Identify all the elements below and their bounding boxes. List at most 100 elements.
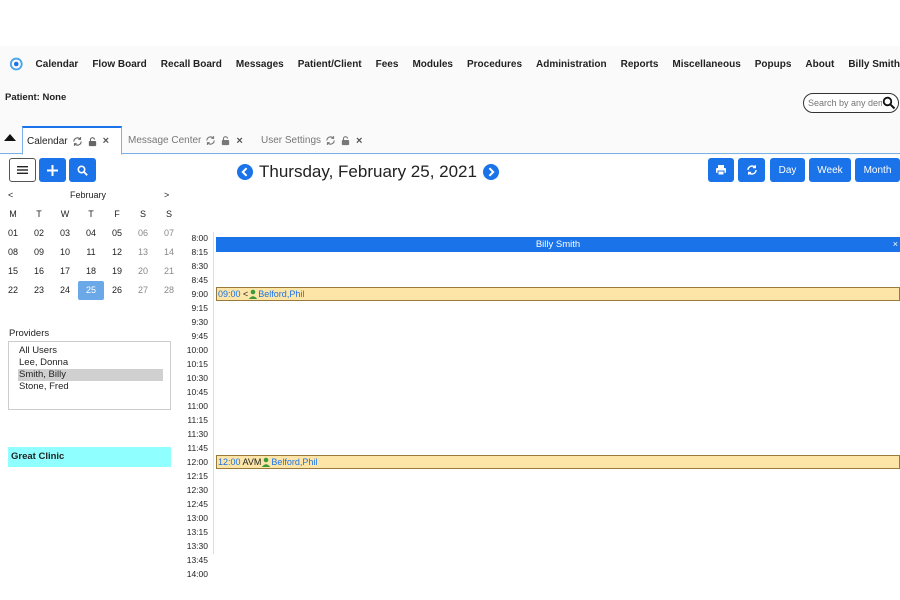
time-slot-label[interactable]: 9:00: [182, 289, 212, 303]
calendar-day[interactable]: 12: [104, 243, 130, 262]
appointment-patient-link[interactable]: Belford,Phil: [258, 289, 304, 299]
calendar-day[interactable]: 27: [130, 281, 156, 300]
nav-recall-board[interactable]: Recall Board: [161, 59, 222, 70]
facility-label[interactable]: Great Clinic: [8, 447, 171, 467]
nav-modules[interactable]: Modules: [412, 59, 453, 70]
calendar-day[interactable]: 13: [130, 243, 156, 262]
nav-reports[interactable]: Reports: [621, 59, 659, 70]
time-slot-label[interactable]: 13:15: [182, 527, 212, 541]
time-slot-label[interactable]: 8:15: [182, 247, 212, 261]
patient-search-input[interactable]: [804, 98, 882, 108]
time-slot-label[interactable]: 9:15: [182, 303, 212, 317]
refresh-icon[interactable]: [205, 135, 216, 146]
close-icon[interactable]: ×: [236, 135, 242, 147]
close-icon[interactable]: ×: [893, 237, 898, 252]
calendar-day[interactable]: 04: [78, 224, 104, 243]
previous-month-button[interactable]: <: [8, 190, 13, 200]
calendar-day[interactable]: 23: [26, 281, 52, 300]
time-slot-label[interactable]: 13:45: [182, 555, 212, 569]
lock-icon[interactable]: [340, 135, 351, 146]
appointment[interactable]: 12:00 AVM Belford,Phil: [216, 455, 900, 469]
time-slot-label[interactable]: 13:30: [182, 541, 212, 555]
lock-icon[interactable]: [220, 135, 231, 146]
calendar-day[interactable]: 08: [0, 243, 26, 262]
nav-patient-client[interactable]: Patient/Client: [298, 59, 362, 70]
provider-option[interactable]: Smith, Billy: [18, 369, 163, 381]
tab-user-settings[interactable]: User Settings ×: [257, 126, 372, 155]
time-slot-label[interactable]: 10:15: [182, 359, 212, 373]
time-slot-label[interactable]: 9:30: [182, 317, 212, 331]
week-view-button[interactable]: Week: [809, 158, 851, 182]
next-month-button[interactable]: >: [164, 190, 169, 200]
collapse-arrow-icon[interactable]: [4, 134, 16, 141]
time-slot-label[interactable]: 11:00: [182, 401, 212, 415]
appointment-patient-link[interactable]: Belford,Phil: [271, 457, 317, 467]
nav-administration[interactable]: Administration: [536, 59, 607, 70]
nav-popups[interactable]: Popups: [755, 59, 792, 70]
nav-procedures[interactable]: Procedures: [467, 59, 522, 70]
search-appointments-button[interactable]: [69, 158, 96, 182]
close-icon[interactable]: ×: [103, 135, 109, 147]
appointment-time[interactable]: 12:00: [218, 457, 243, 467]
nav-user-menu[interactable]: Billy Smith: [848, 59, 900, 70]
calendar-day[interactable]: 14: [156, 243, 182, 262]
time-slot-label[interactable]: 10:30: [182, 373, 212, 387]
previous-day-icon[interactable]: [237, 164, 253, 180]
calendar-day[interactable]: 24: [52, 281, 78, 300]
refresh-button[interactable]: [738, 158, 765, 182]
calendar-day[interactable]: 11: [78, 243, 104, 262]
calendar-day[interactable]: 20: [130, 262, 156, 281]
lock-icon[interactable]: [87, 136, 98, 147]
tab-message-center[interactable]: Message Center ×: [124, 126, 254, 155]
provider-option[interactable]: All Users: [18, 345, 163, 357]
next-day-icon[interactable]: [482, 164, 499, 180]
refresh-icon[interactable]: [72, 136, 83, 147]
calendar-day[interactable]: 22: [0, 281, 26, 300]
calendar-day[interactable]: 17: [52, 262, 78, 281]
day-view-button[interactable]: Day: [770, 158, 805, 182]
close-icon[interactable]: ×: [356, 135, 362, 147]
search-icon[interactable]: [882, 96, 896, 110]
calendar-day[interactable]: 15: [0, 262, 26, 281]
time-slot-label[interactable]: 11:30: [182, 429, 212, 443]
time-slot-label[interactable]: 11:15: [182, 415, 212, 429]
calendar-day[interactable]: 10: [52, 243, 78, 262]
calendar-day[interactable]: 06: [130, 224, 156, 243]
calendar-day[interactable]: 01: [0, 224, 26, 243]
providers-list[interactable]: All Users Lee, Donna Smith, Billy Stone, Fr…: [8, 341, 171, 410]
time-slot-label[interactable]: 12:30: [182, 485, 212, 499]
nav-calendar[interactable]: Calendar: [36, 59, 79, 70]
nav-fees[interactable]: Fees: [376, 59, 399, 70]
calendar-day[interactable]: 19: [104, 262, 130, 281]
calendar-day[interactable]: 16: [26, 262, 52, 281]
nav-messages[interactable]: Messages: [236, 59, 284, 70]
time-slot-label[interactable]: 12:00: [182, 457, 212, 471]
nav-flow-board[interactable]: Flow Board: [92, 59, 146, 70]
appointment-time[interactable]: 09:00: [218, 289, 243, 299]
calendar-day[interactable]: 09: [26, 243, 52, 262]
print-button[interactable]: [708, 158, 734, 182]
calendar-day[interactable]: 18: [78, 262, 104, 281]
calendar-day[interactable]: 03: [52, 224, 78, 243]
time-slot-label[interactable]: 12:15: [182, 471, 212, 485]
time-slot-label[interactable]: 10:00: [182, 345, 212, 359]
add-appointment-button[interactable]: [39, 158, 66, 182]
time-slot-label[interactable]: 13:00: [182, 513, 212, 527]
provider-option[interactable]: Lee, Donna: [18, 357, 163, 369]
provider-option[interactable]: Stone, Fred: [18, 381, 163, 393]
calendar-day[interactable]: 02: [26, 224, 52, 243]
calendar-day[interactable]: 07: [156, 224, 182, 243]
nav-about[interactable]: About: [805, 59, 834, 70]
month-view-button[interactable]: Month: [855, 158, 900, 182]
time-slot-label[interactable]: 11:45: [182, 443, 212, 457]
time-slot-label[interactable]: 8:00: [182, 233, 212, 247]
selected-day[interactable]: 25: [78, 281, 104, 300]
calendar-day[interactable]: 28: [156, 281, 182, 300]
calendar-day[interactable]: 26: [104, 281, 130, 300]
refresh-icon[interactable]: [325, 135, 336, 146]
calendar-day[interactable]: 21: [156, 262, 182, 281]
time-slot-label[interactable]: 8:30: [182, 261, 212, 275]
calendar-day[interactable]: 05: [104, 224, 130, 243]
appointment[interactable]: 09:00 < Belford,Phil: [216, 287, 900, 301]
time-slot-label[interactable]: 12:45: [182, 499, 212, 513]
